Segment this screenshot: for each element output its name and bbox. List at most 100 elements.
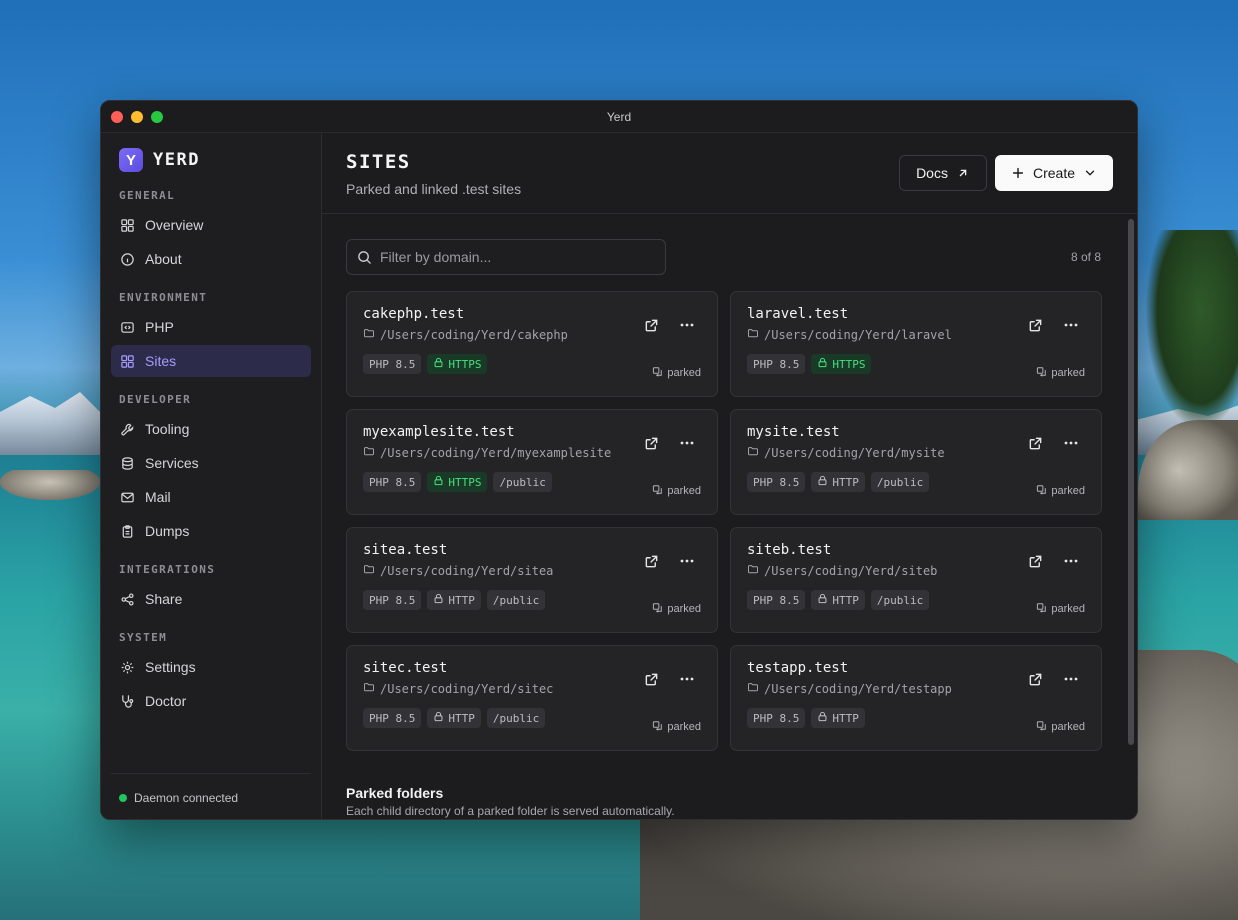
public-dir-badge: /public: [870, 590, 930, 610]
site-status: parked: [1036, 366, 1085, 380]
sidebar-item-doctor[interactable]: Doctor: [111, 685, 311, 717]
docs-button[interactable]: Docs: [899, 155, 987, 191]
site-path-text: /Users/coding/Yerd/sitec: [380, 681, 554, 696]
brand-logo: Y: [119, 148, 143, 172]
sidebar-item-php[interactable]: PHP: [111, 311, 311, 343]
protocol-badge: HTTP: [811, 708, 865, 728]
open-external-icon[interactable]: [1027, 671, 1043, 687]
info-icon: [119, 251, 135, 267]
parked-icon: [1036, 720, 1047, 734]
parked-icon: [652, 366, 663, 380]
parked-folders-subtitle: Each child directory of a parked folder …: [346, 804, 675, 818]
open-external-icon[interactable]: [643, 671, 659, 687]
parked-folders-section: Parked folders Each child directory of a…: [346, 785, 1113, 818]
site-badges: PHP 8.5 HTTPS: [747, 354, 1085, 374]
sidebar-item-tooling[interactable]: Tooling: [111, 413, 311, 445]
lock-icon: [433, 357, 444, 371]
site-status-label: parked: [1051, 721, 1085, 733]
gear-icon: [119, 659, 135, 675]
sidebar-item-dumps[interactable]: Dumps: [111, 515, 311, 547]
site-status: parked: [1036, 484, 1085, 498]
site-actions: [1027, 435, 1079, 451]
more-options-icon[interactable]: [1063, 553, 1079, 569]
more-options-icon[interactable]: [679, 671, 695, 687]
sidebar-item-label: PHP: [145, 319, 174, 335]
more-options-icon[interactable]: [1063, 317, 1079, 333]
status-dot: [119, 793, 127, 802]
site-actions: [1027, 317, 1079, 333]
site-path-text: /Users/coding/Yerd/siteb: [764, 563, 938, 578]
public-dir-badge: /public: [870, 472, 930, 492]
site-card: testapp.test/Users/coding/Yerd/testapp PH…: [730, 645, 1102, 751]
protocol-badge: HTTP: [427, 708, 481, 728]
sidebar-item-settings[interactable]: Settings: [111, 651, 311, 683]
minimize-window-button[interactable]: [131, 111, 143, 123]
php-version-badge: PHP 8.5: [747, 354, 806, 374]
sidebar-item-about[interactable]: About: [111, 243, 311, 275]
site-path-text: /Users/coding/Yerd/cakephp: [380, 327, 568, 342]
section-label: INTEGRATIONS: [119, 563, 216, 576]
brand: Y YERD: [111, 147, 311, 173]
more-options-icon[interactable]: [1063, 671, 1079, 687]
clipboard-icon: [119, 523, 135, 539]
sidebar-item-share[interactable]: Share: [111, 583, 311, 615]
section-label: SYSTEM: [119, 631, 168, 644]
more-options-icon[interactable]: [679, 553, 695, 569]
scrollbar[interactable]: [1128, 219, 1134, 745]
php-version-badge: PHP 8.5: [363, 354, 422, 374]
site-status: parked: [1036, 602, 1085, 616]
more-options-icon[interactable]: [679, 317, 695, 333]
more-options-icon[interactable]: [1063, 435, 1079, 451]
zoom-window-button[interactable]: [151, 111, 163, 123]
site-status-label: parked: [667, 603, 701, 615]
protocol-badge: HTTP: [427, 590, 481, 610]
site-status: parked: [652, 366, 701, 380]
sidebar-item-label: Dumps: [145, 523, 190, 539]
header-actions: Docs Create: [899, 155, 1113, 191]
site-badges: PHP 8.5 HTTP/public: [747, 590, 1085, 610]
page-header: SITES Parked and linked .test sites Docs…: [322, 133, 1137, 214]
filter-box: [346, 239, 666, 275]
php-version-badge: PHP 8.5: [747, 708, 806, 728]
sidebar-item-overview[interactable]: Overview: [111, 209, 311, 241]
public-dir-badge: /public: [493, 472, 552, 492]
open-external-icon[interactable]: [1027, 435, 1043, 451]
protocol-badge: HTTP: [811, 590, 865, 610]
open-external-icon[interactable]: [643, 317, 659, 333]
site-actions: [643, 671, 695, 687]
sidebar-item-label: Doctor: [145, 693, 187, 709]
sidebar-item-label: About: [145, 251, 182, 267]
site-badges: PHP 8.5 HTTP/public: [363, 590, 701, 610]
protocol-label: HTTP: [832, 475, 859, 489]
site-status: parked: [652, 484, 701, 498]
protocol-badge: HTTPS: [811, 354, 872, 374]
folder-icon: [363, 681, 375, 696]
php-version-badge: PHP 8.5: [363, 708, 422, 728]
open-external-icon[interactable]: [1027, 317, 1043, 333]
lock-icon: [817, 711, 828, 725]
create-button[interactable]: Create: [994, 155, 1113, 191]
filter-input[interactable]: [380, 249, 650, 265]
more-options-icon[interactable]: [679, 435, 695, 451]
wrench-icon: [119, 421, 135, 437]
lock-icon: [817, 357, 828, 371]
close-window-button[interactable]: [111, 111, 123, 123]
lock-icon: [817, 475, 828, 489]
open-external-icon[interactable]: [643, 553, 659, 569]
sidebar-item-mail[interactable]: Mail: [111, 481, 311, 513]
open-external-icon[interactable]: [1027, 553, 1043, 569]
site-badges: PHP 8.5 HTTPS: [363, 354, 701, 374]
database-icon: [119, 455, 135, 471]
site-card: mysite.test/Users/coding/Yerd/mysite PHP …: [730, 409, 1102, 515]
sidebar-item-sites[interactable]: Sites: [111, 345, 311, 377]
brand-name: YERD: [153, 150, 200, 170]
protocol-badge: HTTP: [811, 472, 865, 492]
wallpaper-tree: [1145, 230, 1238, 430]
php-version-badge: PHP 8.5: [363, 590, 422, 610]
sidebar-item-services[interactable]: Services: [111, 447, 311, 479]
site-actions: [1027, 671, 1079, 687]
parked-icon: [652, 602, 663, 616]
site-status-label: parked: [667, 367, 701, 379]
site-count: 8 of 8: [1070, 250, 1101, 264]
open-external-icon[interactable]: [643, 435, 659, 451]
